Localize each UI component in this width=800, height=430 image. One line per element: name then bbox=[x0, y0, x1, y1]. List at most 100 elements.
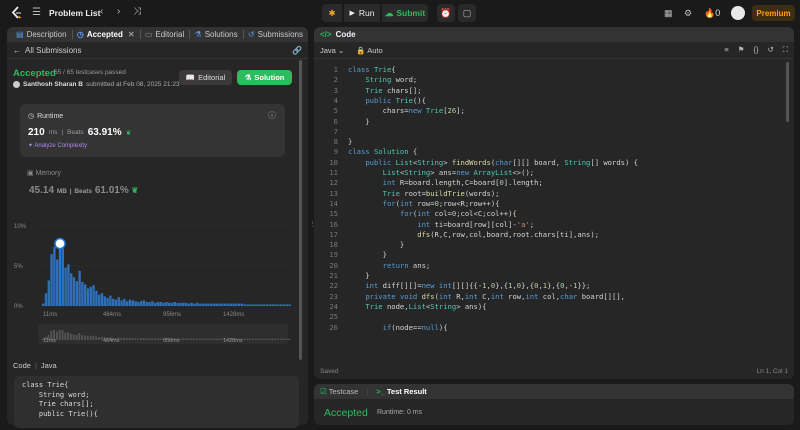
code-line[interactable]: List<String> ans=new ArrayList<>(); bbox=[348, 168, 534, 178]
panel-resize-handle[interactable]: ⋮ bbox=[309, 220, 316, 232]
braces-icon[interactable]: {} bbox=[753, 45, 758, 55]
histogram-bar[interactable] bbox=[201, 303, 204, 306]
code-line[interactable]: Trie root=buildTrie(words); bbox=[348, 189, 500, 199]
code-line[interactable]: } bbox=[348, 250, 387, 260]
tab-code[interactable]: Code bbox=[336, 30, 356, 39]
histogram-bar[interactable] bbox=[47, 280, 50, 306]
code-line[interactable]: int R=board.length,C=board[0].length; bbox=[348, 178, 543, 188]
histogram-bar[interactable] bbox=[53, 246, 56, 306]
histogram-bar[interactable] bbox=[95, 290, 98, 306]
histogram-bar[interactable] bbox=[179, 302, 182, 306]
histogram-bar[interactable] bbox=[56, 259, 59, 306]
histogram-bar[interactable] bbox=[78, 270, 81, 306]
histogram-bar[interactable] bbox=[285, 304, 288, 306]
histogram-bar[interactable] bbox=[154, 302, 157, 306]
tab-editorial[interactable]: ▭ Editorial bbox=[140, 27, 189, 42]
code-line[interactable]: public Trie(){ bbox=[348, 96, 426, 106]
reset-icon[interactable]: ↺ bbox=[767, 45, 773, 55]
link-icon[interactable]: 🔗 bbox=[292, 46, 302, 55]
histogram-bar[interactable] bbox=[277, 304, 280, 306]
histogram-bar[interactable] bbox=[117, 297, 120, 306]
histogram-bar[interactable] bbox=[249, 304, 252, 306]
settings-gear-icon[interactable]: ⚙ bbox=[684, 8, 692, 19]
histogram-bar[interactable] bbox=[72, 277, 76, 306]
histogram-bar[interactable] bbox=[257, 304, 260, 306]
shuffle-icon[interactable]: ⤨ bbox=[133, 7, 141, 17]
histogram-bar[interactable] bbox=[170, 302, 174, 306]
code-line[interactable]: public List<String> findWords(char[][] b… bbox=[348, 158, 638, 168]
code-line[interactable]: } bbox=[348, 240, 404, 250]
histogram-bar[interactable] bbox=[58, 239, 62, 306]
histogram-bar[interactable] bbox=[151, 301, 154, 306]
runtime-distribution-chart[interactable]: 10% 5% 0% 11ms 484ms 956ms 1428ms 11ms 484ms 956m… bbox=[14, 214, 291, 346]
histogram-bar[interactable] bbox=[182, 302, 185, 306]
code-line[interactable]: class Solution { bbox=[348, 147, 417, 157]
histogram-bar[interactable] bbox=[106, 298, 109, 306]
histogram-bar[interactable] bbox=[120, 300, 123, 306]
debug-button[interactable]: ✱ bbox=[322, 4, 342, 22]
histogram-bar[interactable] bbox=[210, 303, 213, 306]
histogram-bar[interactable] bbox=[187, 303, 190, 306]
histogram-bar[interactable] bbox=[288, 304, 291, 306]
language-select[interactable]: Java ⌄ bbox=[320, 46, 344, 55]
histogram-bar[interactable] bbox=[207, 303, 210, 306]
premium-button[interactable]: Premium bbox=[752, 5, 795, 21]
user-avatar[interactable] bbox=[731, 6, 745, 20]
histogram-bar[interactable] bbox=[268, 304, 272, 306]
histogram-bar[interactable] bbox=[44, 293, 48, 306]
code-line[interactable]: private void dfs(int R,int C,int row,int… bbox=[348, 292, 625, 302]
histogram-bar[interactable] bbox=[176, 302, 179, 306]
tab-testcase[interactable]: ☑ Testcase bbox=[320, 387, 358, 396]
submit-button[interactable]: ☁ Submit bbox=[382, 4, 428, 22]
histogram-bar[interactable] bbox=[165, 302, 168, 306]
histogram-bar[interactable] bbox=[215, 303, 218, 306]
histogram-bar[interactable] bbox=[282, 304, 286, 306]
histogram-bar[interactable] bbox=[173, 302, 176, 306]
code-line[interactable]: } bbox=[348, 271, 369, 281]
histogram-bar[interactable] bbox=[145, 302, 148, 306]
histogram-bar[interactable] bbox=[61, 248, 64, 306]
histogram-bar[interactable] bbox=[84, 284, 87, 306]
histogram-bar[interactable] bbox=[193, 303, 196, 306]
back-arrow-icon[interactable]: ← bbox=[13, 46, 21, 55]
tab-solutions[interactable]: ⚗ Solutions bbox=[190, 27, 243, 42]
list-icon[interactable]: ☰ bbox=[32, 8, 41, 18]
histogram-bar[interactable] bbox=[271, 304, 274, 306]
leetcode-logo-icon[interactable] bbox=[10, 6, 24, 20]
histogram-bar[interactable] bbox=[123, 298, 126, 306]
fullscreen-icon[interactable]: ⛶ bbox=[783, 45, 788, 55]
run-button[interactable]: ▶ Run bbox=[344, 4, 380, 22]
histogram-bar[interactable] bbox=[266, 304, 269, 306]
code-line[interactable]: for(int row=0;row<R;row++){ bbox=[348, 199, 500, 209]
histogram-bar[interactable] bbox=[42, 303, 45, 306]
histogram-bar[interactable] bbox=[50, 254, 53, 306]
solution-button[interactable]: ⚗ Solution bbox=[237, 70, 292, 85]
code-line[interactable]: dfs(R,C,row,col,board,root.chars[ti],ans… bbox=[348, 230, 599, 240]
histogram-bar[interactable] bbox=[229, 303, 232, 306]
histogram-bar[interactable] bbox=[254, 304, 258, 306]
histogram-bar[interactable] bbox=[81, 282, 84, 306]
histogram-bar[interactable] bbox=[64, 267, 67, 306]
histogram-bar[interactable] bbox=[128, 299, 132, 306]
problem-list-link[interactable]: Problem List bbox=[49, 8, 100, 18]
editor-scrollbar[interactable] bbox=[786, 62, 789, 122]
histogram-bar[interactable] bbox=[212, 303, 216, 306]
user-submission-marker[interactable] bbox=[54, 237, 66, 250]
histogram-bar[interactable] bbox=[243, 304, 246, 306]
histogram-bar[interactable] bbox=[114, 299, 118, 306]
histogram-bar[interactable] bbox=[92, 285, 95, 306]
prev-problem-icon[interactable]: ‹ bbox=[100, 7, 103, 17]
streak-counter[interactable]: 🔥0 bbox=[704, 8, 720, 19]
tab-accepted[interactable]: ◷ Accepted ✕ bbox=[72, 27, 140, 42]
notes-button[interactable]: ▢ bbox=[458, 4, 476, 22]
code-line[interactable]: String word; bbox=[348, 75, 417, 85]
histogram-bar[interactable] bbox=[190, 302, 193, 306]
histogram-bar[interactable] bbox=[112, 298, 115, 306]
histogram-bar[interactable] bbox=[196, 302, 199, 306]
histogram-bar[interactable] bbox=[168, 302, 171, 306]
histogram-bar[interactable] bbox=[226, 303, 230, 306]
histogram-bar[interactable] bbox=[70, 273, 73, 306]
histogram-bar[interactable] bbox=[109, 295, 112, 306]
next-problem-icon[interactable]: › bbox=[117, 7, 120, 17]
histogram-bar[interactable] bbox=[252, 304, 255, 306]
